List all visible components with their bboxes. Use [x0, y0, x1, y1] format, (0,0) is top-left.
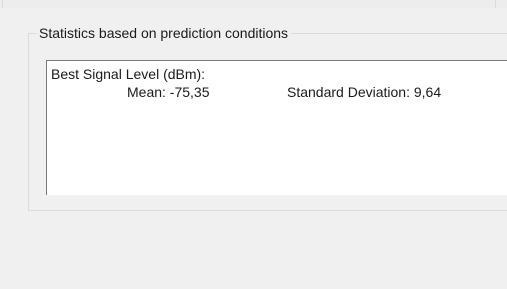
panel-edge-right [495, 0, 496, 8]
mean-value: Mean: -75,35 [127, 84, 210, 100]
statistics-textbox[interactable]: Best Signal Level (dBm): Mean: -75,35 St… [46, 60, 507, 195]
panel-edge-left [2, 0, 3, 8]
top-strip [0, 0, 507, 8]
signal-level-heading: Best Signal Level (dBm): [51, 66, 206, 82]
group-box-title: Statistics based on prediction condition… [37, 24, 292, 42]
standard-deviation-value: Standard Deviation: 9,64 [287, 84, 442, 100]
